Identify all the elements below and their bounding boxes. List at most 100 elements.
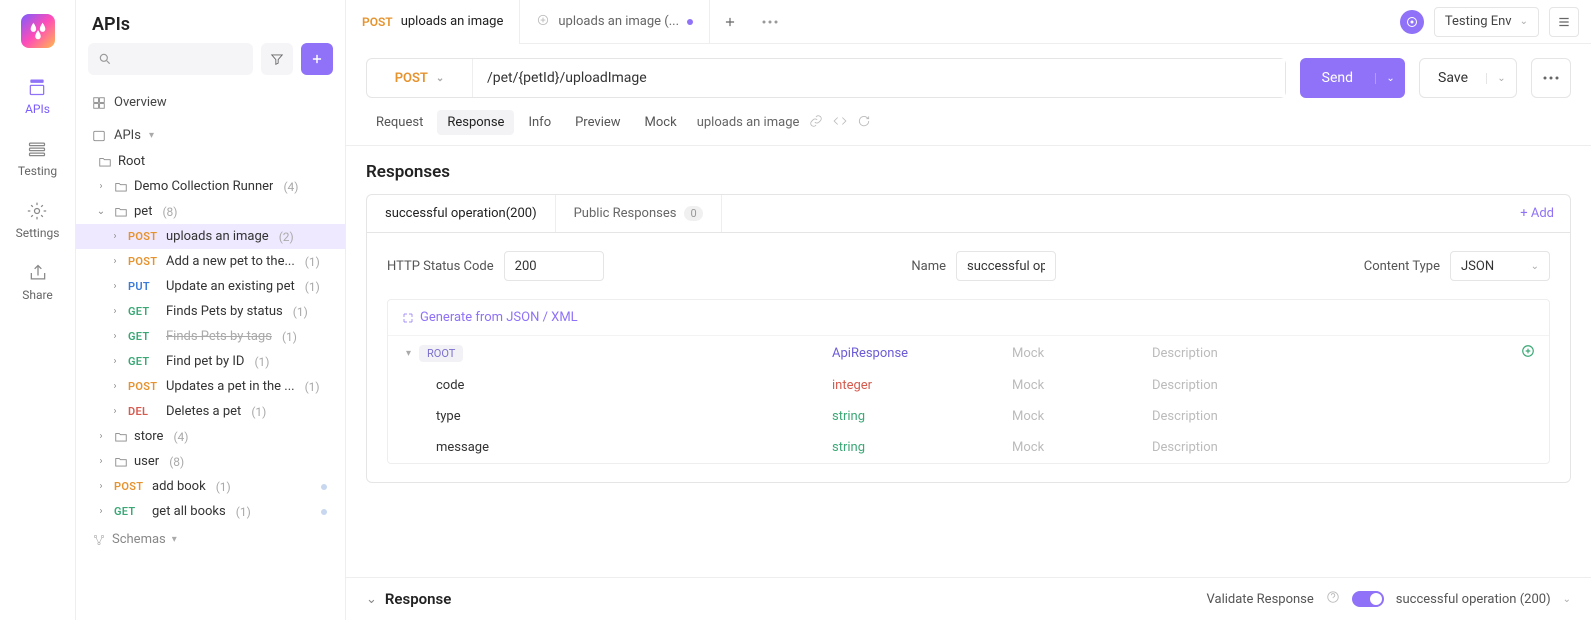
code-icon[interactable] [833, 114, 847, 132]
tree-endpoint[interactable]: ›POSTuploads an image(2) [76, 224, 345, 249]
content-type-label: Content Type [1364, 259, 1440, 274]
api-tree: Root › Demo Collection Runner (4) ⌄ pet … [76, 149, 345, 620]
response-tab-public[interactable]: Public Responses 0 [556, 195, 722, 232]
endpoint-count: (1) [236, 505, 251, 519]
help-icon[interactable] [1326, 590, 1340, 608]
schema-row[interactable]: typestringMockDescription [388, 401, 1549, 432]
chevron-right-icon: › [94, 431, 108, 442]
generate-link[interactable]: Generate from JSON / XML [402, 310, 1535, 325]
filter-button[interactable] [261, 43, 293, 75]
environment-selector[interactable]: Testing Env ⌄ [1434, 7, 1539, 37]
schema-row[interactable]: ▾ROOTApiResponseMockDescription [388, 336, 1549, 370]
tree-folder-demo[interactable]: › Demo Collection Runner (4) [76, 174, 345, 199]
more-button[interactable] [1531, 58, 1571, 98]
picked-response[interactable]: successful operation (200) [1396, 592, 1551, 607]
tab-active[interactable]: POST uploads an image [346, 0, 520, 43]
nav-share[interactable]: Share [22, 262, 53, 302]
endpoint-count: (1) [251, 405, 266, 419]
tree-endpoint[interactable]: ›POSTUpdates a pet in the ...(1) [76, 374, 345, 399]
tree-endpoint[interactable]: ›DELDeletes a pet(1) [76, 399, 345, 424]
endpoint-label: Deletes a pet [166, 404, 241, 419]
tree-endpoint[interactable]: ›GETFinds Pets by status(1) [76, 299, 345, 324]
send-button[interactable]: Send ⌄ [1300, 58, 1405, 98]
save-button[interactable]: Save ⌄ [1419, 58, 1517, 98]
response-name-input[interactable] [956, 251, 1056, 281]
link-icon[interactable] [809, 114, 823, 132]
field-mock[interactable]: Mock [1012, 378, 1142, 393]
subtab-info[interactable]: Info [518, 110, 561, 135]
endpoint-count: (1) [305, 280, 320, 294]
subtab-request[interactable]: Request [366, 110, 433, 135]
field-desc[interactable]: Description [1152, 440, 1511, 455]
overview-label: Overview [114, 95, 167, 110]
tree-endpoint[interactable]: ›POSTadd book(1) [76, 474, 345, 499]
target-icon [1406, 16, 1418, 28]
nav-testing[interactable]: Testing [18, 138, 57, 178]
sidebar: APIs Overview APIs ▾ Root › Demo Collect… [76, 0, 346, 620]
record-button[interactable] [1400, 10, 1424, 34]
tab-second[interactable]: uploads an image (... [520, 0, 710, 43]
endpoint-label: Finds Pets by status [166, 304, 283, 319]
nav-settings[interactable]: Settings [16, 200, 60, 240]
save-dropdown[interactable]: ⌄ [1486, 73, 1516, 84]
field-desc[interactable]: Description [1152, 378, 1511, 393]
tree-root[interactable]: Root [76, 149, 345, 174]
menu-icon [1557, 15, 1571, 29]
method-badge: POST [128, 230, 160, 243]
droplets-icon [27, 20, 49, 42]
tree-folder-user[interactable]: › user (8) [76, 449, 345, 474]
add-button[interactable] [301, 43, 333, 75]
tree-folder-pet[interactable]: ⌄ pet (8) [76, 199, 345, 224]
tab-overflow-button[interactable] [750, 0, 790, 43]
response-tab-success[interactable]: successful operation(200) [367, 195, 556, 232]
new-tab-button[interactable] [710, 0, 750, 43]
method-badge: PUT [128, 280, 160, 293]
validate-toggle[interactable] [1352, 591, 1384, 607]
schema-row[interactable]: codeintegerMockDescription [388, 370, 1549, 401]
sidebar-title: APIs [76, 0, 345, 43]
field-desc[interactable]: Description [1152, 346, 1511, 361]
schema-row[interactable]: messagestringMockDescription [388, 432, 1549, 463]
chevron-down-icon: ⌄ [1497, 73, 1505, 84]
search-input[interactable] [88, 43, 253, 75]
endpoint-label: get all books [152, 504, 226, 519]
nav-apis[interactable]: APIs [25, 76, 50, 116]
refresh-icon[interactable] [857, 114, 871, 132]
status-code-input[interactable] [504, 251, 604, 281]
sub-tabs: Request Response Info Preview Mock uploa… [346, 110, 1591, 145]
apis-icon [26, 76, 48, 98]
overview-row[interactable]: Overview [76, 85, 345, 120]
add-response-button[interactable]: + Add [1504, 206, 1570, 221]
url-input[interactable] [473, 59, 1285, 97]
method-selector[interactable]: POST ⌄ [367, 59, 473, 97]
chevron-down-icon[interactable]: ⌄ [1563, 594, 1571, 605]
chevron-down-icon[interactable]: ⌄ [366, 592, 377, 607]
tree-folder-store[interactable]: › store (4) [76, 424, 345, 449]
send-dropdown[interactable]: ⌄ [1375, 73, 1405, 84]
apis-section-label[interactable]: APIs ▾ [76, 120, 345, 149]
tree-endpoint[interactable]: ›GETFind pet by ID(1) [76, 349, 345, 374]
tree-endpoint[interactable]: ›PUTUpdate an existing pet(1) [76, 274, 345, 299]
schemas-row[interactable]: Schemas ▾ [76, 524, 345, 555]
field-mock[interactable]: Mock [1012, 346, 1142, 361]
endpoint-count: (2) [279, 230, 294, 244]
request-row: POST ⌄ Send ⌄ Save ⌄ [346, 44, 1591, 110]
field-desc[interactable]: Description [1152, 409, 1511, 424]
subtab-response[interactable]: Response [437, 110, 514, 135]
tree-endpoint[interactable]: ›GETget all books(1) [76, 499, 345, 524]
field-mock[interactable]: Mock [1012, 440, 1142, 455]
field-mock[interactable]: Mock [1012, 409, 1142, 424]
response-name-label: Name [911, 259, 946, 274]
plus-icon [310, 52, 324, 66]
subtab-preview[interactable]: Preview [565, 110, 630, 135]
tree-endpoint[interactable]: ›GETFinds Pets by tags(1) [76, 324, 345, 349]
menu-button[interactable] [1549, 7, 1579, 37]
nav-testing-label: Testing [18, 164, 57, 178]
tree-endpoint[interactable]: ›POSTAdd a new pet to the...(1) [76, 249, 345, 274]
subtab-meta: uploads an image [697, 115, 800, 130]
subtab-mock[interactable]: Mock [635, 110, 687, 135]
method-badge: GET [128, 355, 160, 368]
content-type-select[interactable]: JSON ⌄ [1450, 251, 1550, 281]
chevron-right-icon: › [108, 356, 122, 367]
add-field-button[interactable] [1521, 344, 1535, 362]
